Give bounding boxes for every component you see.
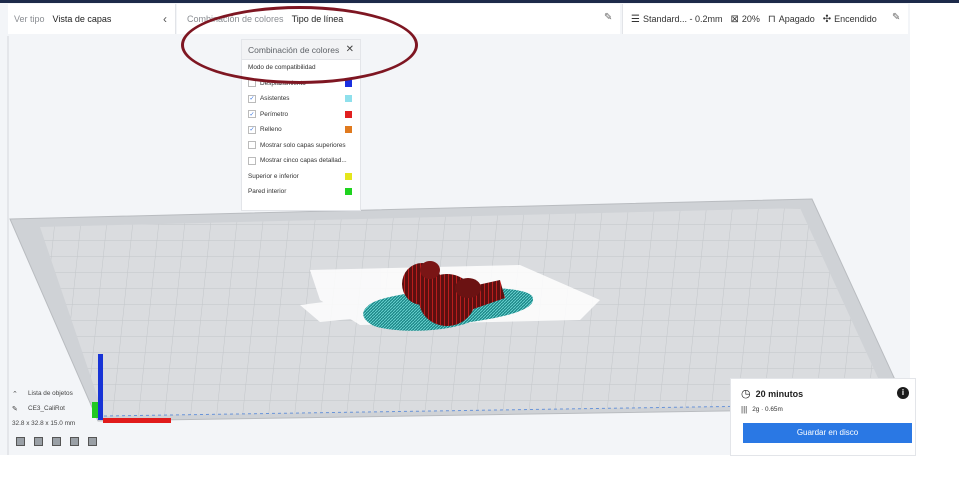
legend-top-bottom: Superior e inferior	[242, 169, 360, 185]
infill-icon: ⊠	[730, 13, 739, 25]
panel-header: Combinación de colores ✕	[242, 40, 360, 60]
print-summary-card: ◷ 20 minutos i ||| 2g · 0.65m Guardar en…	[730, 378, 916, 456]
adhesion-icon: ✣	[822, 13, 832, 25]
chevron-up-icon: ⌃	[12, 390, 18, 398]
object-list-title: Lista de objetos	[28, 390, 73, 397]
legend-label: Superior e inferior	[248, 172, 299, 180]
color-swatch	[345, 126, 352, 133]
profile-icon: ☰	[631, 13, 640, 25]
object-dimensions: 32.8 x 32.8 x 15.0 mm	[12, 420, 76, 427]
legend-inner-wall: Pared interior	[242, 184, 360, 200]
option-five-layers[interactable]: Mostrar cinco capas detallad...	[242, 153, 360, 169]
object-name: CE3_CaliRot	[28, 405, 65, 412]
color-scheme-panel: Combinación de colores ✕ Modo de compati…	[241, 39, 361, 211]
checkbox[interactable]	[248, 79, 256, 88]
checkbox[interactable]: ✓	[248, 125, 256, 134]
object-list-toggle[interactable]: ⌃ Lista de objetos	[12, 386, 122, 401]
legend-label: Perímetro	[260, 110, 289, 118]
option-top-layers[interactable]: Mostrar solo capas superiores	[242, 138, 360, 154]
chevron-left-icon[interactable]: ‹	[163, 12, 167, 26]
checkbox[interactable]: ✓	[248, 94, 256, 103]
print-time: ◷ 20 minutos	[741, 387, 803, 400]
info-icon[interactable]: i	[897, 387, 909, 399]
checkbox[interactable]: ✓	[248, 110, 256, 119]
compat-mode-label: Modo de compatibilidad	[248, 64, 316, 72]
view-type-selector[interactable]: Ver tipo Vista de capas ‹	[8, 4, 176, 34]
legend-label: Pared interior	[248, 188, 287, 196]
page-margin-right	[910, 0, 959, 482]
adhesion-value: Encendido	[834, 14, 877, 24]
view-front-icon[interactable]	[34, 437, 43, 446]
legend-label: Desplazamiento	[260, 79, 306, 87]
legend-label: Asistentes	[260, 95, 290, 103]
view-top-icon[interactable]	[52, 437, 61, 446]
cura-window: Combinación de colores ✕ Modo de compati…	[0, 0, 959, 482]
page-margin-bottom	[0, 455, 959, 482]
support-icon: ⊓	[767, 13, 776, 25]
clock-icon: ◷	[741, 388, 751, 400]
color-scheme-label: Combinación de colores	[187, 14, 284, 24]
infill-value: 20%	[741, 14, 760, 24]
profile-value: Standard... - 0.2mm	[642, 14, 723, 24]
save-to-disk-button[interactable]: Guardar en disco	[743, 423, 912, 443]
color-swatch	[345, 79, 352, 87]
profile-setting[interactable]: ☰ Standard... - 0.2mm	[631, 14, 723, 25]
checkbox[interactable]	[248, 141, 256, 150]
pencil-icon[interactable]: ✎	[892, 12, 902, 23]
color-swatch	[345, 95, 352, 102]
object-dimensions-row: 32.8 x 32.8 x 15.0 mm	[12, 416, 122, 431]
view-type-label: Ver tipo	[14, 14, 45, 24]
view-left-icon[interactable]	[70, 437, 79, 446]
view-3d-icon[interactable]	[16, 437, 25, 446]
filament-icon: |||	[741, 405, 748, 414]
material-usage: ||| 2g · 0.65m	[741, 405, 783, 414]
pencil-icon: ✎	[12, 405, 18, 413]
color-swatch	[345, 172, 352, 180]
legend-perimeter[interactable]: ✓ Perímetro	[242, 107, 360, 123]
support-value: Apagado	[778, 14, 815, 24]
material-value: 2g · 0.65m	[752, 406, 783, 413]
color-swatch	[345, 110, 352, 118]
legend-helpers[interactable]: ✓ Asistentes	[242, 91, 360, 107]
object-list: ⌃ Lista de objetos ✎ CE3_CaliRot 32.8 x …	[12, 386, 122, 455]
view-type-value: Vista de capas	[52, 14, 112, 24]
view-buttons	[12, 437, 122, 446]
view-right-icon[interactable]	[88, 437, 97, 446]
mode-label-row: Modo de compatibilidad	[242, 60, 360, 76]
window-top-bar	[0, 0, 959, 3]
option-label: Mostrar cinco capas detallad...	[260, 157, 347, 165]
color-swatch	[345, 188, 352, 195]
color-scheme-selector[interactable]: Combinación de colores Tipo de línea ✎	[177, 4, 620, 34]
object-name-row[interactable]: ✎ CE3_CaliRot	[12, 401, 122, 416]
option-label: Mostrar solo capas superiores	[260, 141, 346, 149]
adhesion-setting[interactable]: ✣ Encendido	[823, 14, 877, 25]
pencil-icon[interactable]: ✎	[604, 12, 614, 23]
print-time-value: 20 minutos	[755, 388, 804, 399]
checkbox[interactable]	[248, 156, 256, 165]
legend-infill[interactable]: ✓ Relleno	[242, 122, 360, 138]
print-settings-selector[interactable]: ☰ Standard... - 0.2mm ⊠ 20% ⊓ Apagado ✣ …	[622, 4, 908, 34]
color-scheme-value: Tipo de línea	[291, 14, 344, 24]
legend-label: Relleno	[260, 126, 282, 134]
panel-title: Combinación de colores	[248, 44, 340, 55]
legend-travel[interactable]: Desplazamiento	[242, 76, 360, 92]
infill-setting[interactable]: ⊠ 20%	[731, 14, 760, 25]
close-icon[interactable]: ✕	[346, 44, 354, 55]
support-setting[interactable]: ⊓ Apagado	[768, 14, 815, 25]
